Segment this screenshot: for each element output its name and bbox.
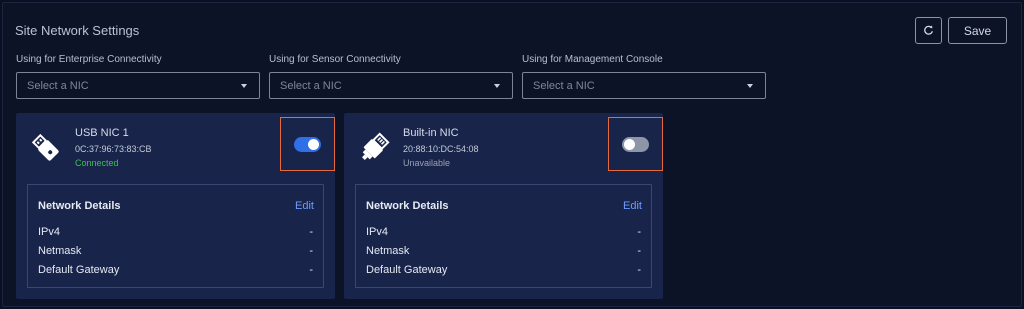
network-details-panel: Network Details Edit IPv4 - Netmask - De… bbox=[27, 184, 324, 288]
ipv4-value: - bbox=[637, 226, 641, 238]
sensor-connectivity-label: Using for Sensor Connectivity bbox=[269, 54, 401, 65]
toggle-knob bbox=[308, 138, 319, 150]
management-nic-select-placeholder: Select a NIC bbox=[533, 79, 595, 92]
enterprise-nic-select[interactable]: Select a NIC bbox=[16, 72, 260, 99]
nic-status: Unavailable bbox=[403, 158, 451, 168]
toggle-track bbox=[294, 136, 321, 152]
management-console-label: Using for Management Console bbox=[522, 54, 663, 65]
nic-name: Built-in NIC bbox=[403, 127, 459, 139]
refresh-icon bbox=[924, 25, 933, 35]
management-nic-select[interactable]: Select a NIC bbox=[522, 72, 766, 99]
nic-status: Connected bbox=[75, 158, 119, 168]
ipv4-label: IPv4 bbox=[366, 226, 389, 238]
toggle-knob bbox=[624, 138, 635, 150]
chevron-down-icon bbox=[494, 84, 500, 88]
sensor-nic-select[interactable]: Select a NIC bbox=[269, 72, 513, 99]
chevron-down-icon bbox=[747, 84, 753, 88]
default-gateway-label: Default Gateway bbox=[38, 264, 120, 276]
default-gateway-value: - bbox=[309, 264, 313, 276]
save-button[interactable]: Save bbox=[948, 17, 1007, 44]
edit-network-details-link[interactable]: Edit bbox=[623, 200, 642, 212]
edit-network-details-link[interactable]: Edit bbox=[295, 200, 314, 212]
enterprise-connectivity-label: Using for Enterprise Connectivity bbox=[16, 54, 162, 65]
nic-enable-toggle[interactable] bbox=[608, 117, 663, 171]
ethernet-plug-icon bbox=[361, 132, 390, 161]
nic-mac-address: 0C:37:96:73:83:CB bbox=[75, 144, 152, 154]
chevron-down-icon bbox=[241, 84, 247, 88]
enterprise-nic-select-placeholder: Select a NIC bbox=[27, 79, 89, 92]
netmask-value: - bbox=[637, 245, 641, 257]
netmask-label: Netmask bbox=[38, 245, 82, 257]
network-details-panel: Network Details Edit IPv4 - Netmask - De… bbox=[355, 184, 652, 288]
ipv4-value: - bbox=[309, 226, 313, 238]
netmask-value: - bbox=[309, 245, 313, 257]
nic-enable-toggle[interactable] bbox=[280, 117, 335, 171]
sensor-nic-select-placeholder: Select a NIC bbox=[280, 79, 342, 92]
nic-name: USB NIC 1 bbox=[75, 127, 129, 139]
ipv4-label: IPv4 bbox=[38, 226, 61, 238]
network-details-title: Network Details bbox=[366, 200, 449, 212]
page-title: Site Network Settings bbox=[15, 23, 140, 38]
nic-card-usb: USB NIC 1 0C:37:96:73:83:CB Connected Ne… bbox=[16, 113, 335, 299]
nic-mac-address: 20:88:10:DC:54:08 bbox=[403, 144, 479, 154]
network-details-title: Network Details bbox=[38, 200, 121, 212]
nic-card-built-in: Built-in NIC 20:88:10:DC:54:08 Unavailab… bbox=[344, 113, 663, 299]
usb-icon bbox=[31, 133, 59, 161]
default-gateway-label: Default Gateway bbox=[366, 264, 448, 276]
netmask-label: Netmask bbox=[366, 245, 410, 257]
refresh-button[interactable] bbox=[915, 17, 942, 44]
toggle-track bbox=[622, 136, 649, 152]
default-gateway-value: - bbox=[637, 264, 641, 276]
